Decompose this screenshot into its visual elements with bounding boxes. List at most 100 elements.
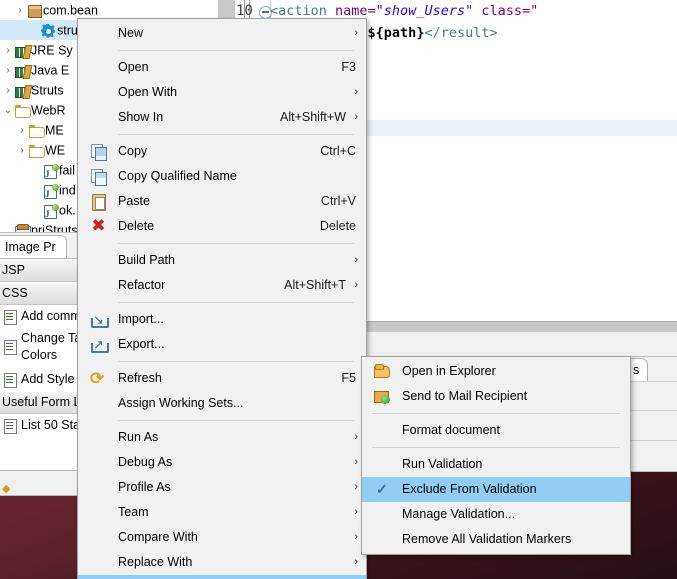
package-icon: [26, 3, 43, 19]
folder-icon: [14, 103, 31, 119]
snippet-category-label: CSS: [2, 286, 28, 300]
menu-item-replace-with[interactable]: Replace With ›: [78, 550, 366, 575]
menu-item-refresh[interactable]: Refresh F5: [78, 366, 366, 391]
menu-item-run-as[interactable]: Run As ›: [78, 425, 366, 450]
tree-twisty-icon[interactable]: ⌄: [2, 101, 14, 121]
folder-icon: [28, 123, 45, 139]
menu-item-shortcut: F3: [341, 60, 356, 74]
menu-separator: [372, 447, 620, 448]
menu-item-myeclipse[interactable]: MyEclipse›: [78, 575, 366, 579]
menu-item-compare-with[interactable]: Compare With ›: [78, 525, 366, 550]
menu-item-copy[interactable]: Copy Ctrl+C: [78, 139, 366, 164]
menu-item-label: Export...: [118, 337, 165, 351]
tree-item-label: ok.: [59, 203, 76, 218]
myeclipse-submenu[interactable]: Open in Explorer Send to Mail Recipient Fo…: [361, 356, 631, 555]
menu-item-open-with[interactable]: Open With ›: [78, 80, 366, 105]
menu-item-label: Copy Qualified Name: [118, 169, 237, 183]
menu-item-import[interactable]: Import...: [78, 307, 366, 332]
menu-separator: [118, 134, 354, 135]
refresh-icon: [90, 366, 107, 391]
menu-item-label: Compare With: [118, 530, 198, 544]
submenu-arrow-icon: ›: [354, 279, 358, 291]
tree-twisty-icon[interactable]: ›: [2, 41, 14, 61]
tree-twisty-icon[interactable]: ›: [14, 1, 26, 21]
menu-item-format-document[interactable]: Format document: [362, 418, 630, 443]
submenu-arrow-icon: ›: [354, 531, 358, 543]
tree-twisty-icon[interactable]: ›: [2, 81, 14, 101]
gear-icon: [40, 22, 57, 39]
menu-item-open[interactable]: Open F3: [78, 55, 366, 80]
menu-item-manage-validation[interactable]: Manage Validation...: [362, 502, 630, 527]
tree-item-label: Struts: [31, 83, 64, 98]
menu-item-label: Exclude From Validation: [402, 482, 537, 496]
tree-item-com-bean[interactable]: › com.bean: [0, 0, 218, 20]
menu-item-label: Send to Mail Recipient: [402, 389, 528, 403]
menu-item-export[interactable]: Export...: [78, 332, 366, 357]
menu-item-shortcut: F5: [341, 371, 356, 385]
menu-item-label: Run Validation: [402, 457, 483, 471]
menu-item-show-in[interactable]: Show In Alt+Shift+W ›: [78, 105, 366, 130]
tree-item-label: ME: [45, 123, 64, 138]
snippet-item-label: Add comm: [21, 309, 81, 324]
menu-item-label: Profile As: [118, 480, 171, 494]
menu-item-label: Refactor: [118, 278, 166, 292]
snippet-icon: [2, 309, 18, 325]
menu-item-refactor[interactable]: Refactor Alt+Shift+T ›: [78, 273, 366, 298]
menu-item-run-validation[interactable]: Run Validation: [362, 452, 630, 477]
menu-item-label: Run As: [118, 430, 159, 444]
menu-item-profile-as[interactable]: Profile As ›: [78, 475, 366, 500]
menu-item-assign-working-sets[interactable]: Assign Working Sets...: [78, 391, 366, 416]
menu-item-label: Remove All Validation Markers: [402, 532, 572, 546]
snippet-category-label: JSP: [2, 263, 25, 277]
code-token: </result>: [424, 25, 498, 41]
code-token: name=: [335, 3, 376, 19]
menu-item-label: Open: [118, 60, 149, 74]
menu-separator: [118, 361, 354, 362]
menu-item-copy-qualified-name[interactable]: Copy Qualified Name: [78, 164, 366, 189]
menu-item-label: Format document: [402, 423, 500, 437]
snippet-icon: [2, 340, 18, 355]
menu-item-label: Delete: [118, 219, 155, 233]
tree-item-label: Java E: [31, 63, 70, 78]
import-icon: [90, 307, 109, 332]
menu-item-label: Replace With: [118, 555, 193, 569]
jsp-icon: [42, 203, 59, 224]
mail-icon: [374, 388, 391, 405]
tab-image-preview[interactable]: Image Pr: [0, 235, 67, 258]
menu-separator: [118, 50, 354, 51]
menu-item-team[interactable]: Team ›: [78, 500, 366, 525]
menu-item-label: Build Path: [118, 253, 175, 267]
copy-qualified-icon: [90, 168, 107, 186]
library-icon: [14, 63, 31, 79]
tree-twisty-icon[interactable]: ›: [16, 121, 28, 141]
menu-item-label: Open in Explorer: [402, 364, 496, 378]
open-explorer-icon: [374, 363, 391, 380]
menu-separator: [118, 302, 354, 303]
tree-twisty-icon[interactable]: ›: [2, 61, 14, 81]
menu-item-send-to-mail-recipient[interactable]: Send to Mail Recipient: [362, 384, 630, 409]
tree-item-label: fail: [59, 163, 75, 178]
submenu-arrow-icon: ›: [354, 254, 358, 266]
menu-item-exclude-from-validation[interactable]: ✓ Exclude From Validation: [362, 477, 630, 502]
menu-item-label: Manage Validation...: [402, 507, 516, 521]
code-token: "show_Users": [375, 3, 474, 19]
code-token: ${path}: [367, 25, 425, 41]
checkmark-icon: ✓: [376, 481, 388, 497]
context-menu[interactable]: New › Open F3 Open With › Show In Alt+Shift+W › C…: [77, 18, 367, 579]
menu-item-remove-all-validation-markers[interactable]: Remove All Validation Markers: [362, 527, 630, 552]
menu-item-build-path[interactable]: Build Path ›: [78, 248, 366, 273]
paste-icon: [90, 193, 107, 211]
submenu-arrow-icon: ›: [354, 556, 358, 568]
menu-item-debug-as[interactable]: Debug As ›: [78, 450, 366, 475]
snippet-item-label: List 50 Stat: [21, 418, 84, 433]
menu-item-open-in-explorer[interactable]: Open in Explorer: [362, 359, 630, 384]
menu-item-delete[interactable]: ✖ Delete Delete: [78, 214, 366, 239]
menu-item-paste[interactable]: Paste Ctrl+V: [78, 189, 366, 214]
tree-twisty-icon[interactable]: ›: [16, 141, 28, 161]
jsp-icon: [42, 163, 59, 184]
menu-item-new[interactable]: New ›: [78, 21, 366, 46]
project-icon: [14, 223, 31, 232]
menu-separator: [118, 243, 354, 244]
menu-item-shortcut: Delete: [319, 219, 356, 233]
menu-item-label: Refresh: [118, 371, 162, 385]
